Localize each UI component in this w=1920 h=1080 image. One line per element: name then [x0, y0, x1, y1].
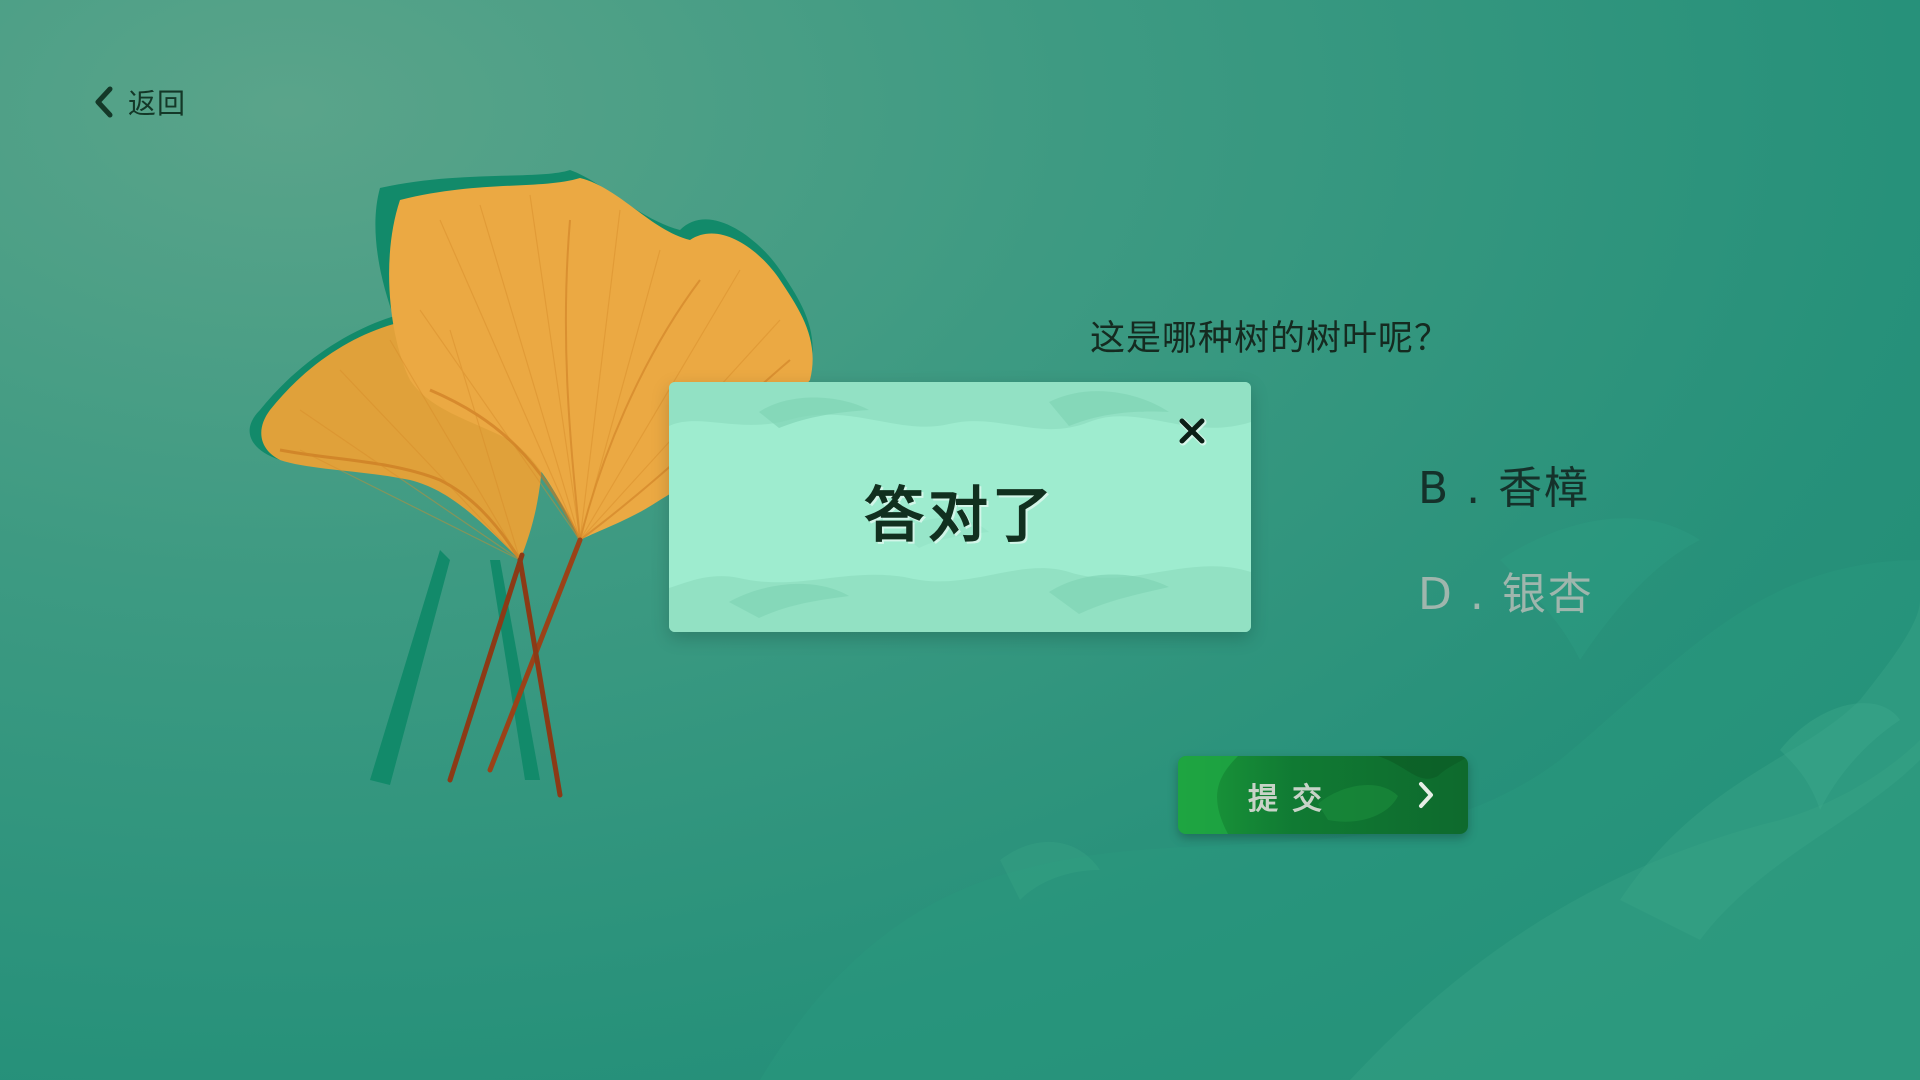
- option-d[interactable]: D . 银杏: [1418, 558, 1594, 622]
- question-text: 这是哪种树的树叶呢？: [1090, 319, 1451, 359]
- chevron-left-icon: [95, 86, 113, 118]
- quiz-screen: 返回 这是哪种树的树叶呢？ ˜ B . 香樟 D .: [0, 0, 1920, 1080]
- back-button[interactable]: 返回: [92, 78, 186, 126]
- result-modal: 答对了: [669, 382, 1251, 632]
- back-label: 返回: [128, 87, 187, 120]
- chevron-right-icon: [1419, 782, 1433, 808]
- modal-title: 答对了: [864, 481, 1056, 551]
- submit-label: 提交: [1248, 782, 1336, 817]
- submit-button[interactable]: 提交: [1178, 756, 1468, 834]
- option-b[interactable]: B . 香樟: [1418, 452, 1590, 516]
- close-icon[interactable]: [1175, 414, 1211, 450]
